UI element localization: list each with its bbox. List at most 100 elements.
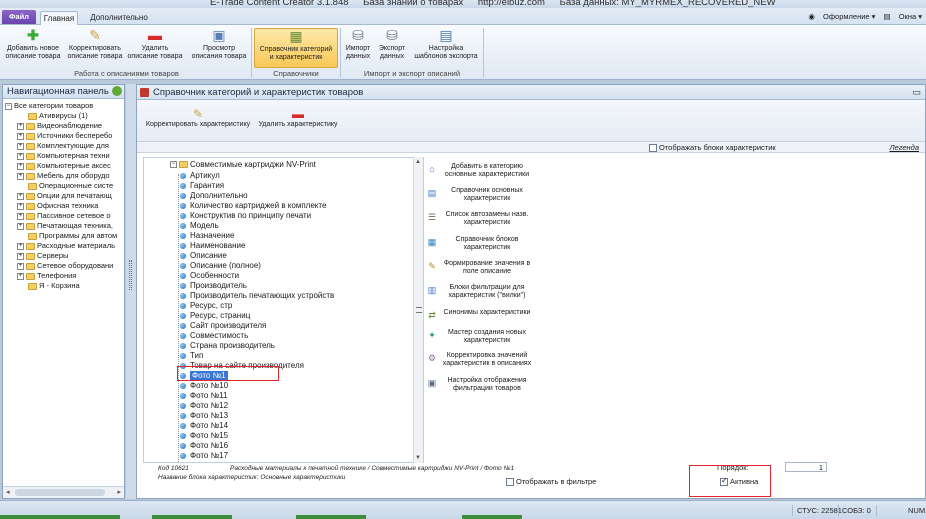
- legend-link[interactable]: Легенда: [889, 143, 919, 152]
- action-wizard-link[interactable]: ✦ Мастер создания новых характеристик: [427, 329, 547, 345]
- characteristic-item[interactable]: Фото №15: [180, 431, 228, 441]
- action-filter-link[interactable]: ▥ Блоки фильтрации для характеристик ("вил…: [427, 284, 547, 300]
- characteristic-item[interactable]: Производитель: [180, 281, 247, 291]
- expand-icon[interactable]: +: [17, 202, 24, 210]
- characteristic-item[interactable]: Конструктив по принципу печати: [180, 211, 311, 221]
- view-description-button[interactable]: ▣ Просмотр описания товара: [188, 28, 250, 68]
- categories-reference-button[interactable]: ▦ Справочник категорий и характеристик: [254, 28, 338, 68]
- edit-characteristic-button[interactable]: ✎ Корректировать характеристику: [143, 107, 253, 128]
- nav-horizontal-scrollbar[interactable]: ◂ ▸: [3, 486, 124, 498]
- tree-vertical-scrollbar[interactable]: ▲ ▼: [413, 157, 423, 463]
- nav-tree-item[interactable]: − Все категории товаров: [3, 101, 124, 111]
- panel-splitter[interactable]: [126, 84, 136, 499]
- characteristic-item[interactable]: Фото №13: [180, 411, 228, 421]
- nav-tree-item[interactable]: + Видеонаблюдение: [3, 121, 124, 131]
- characteristic-item[interactable]: Наименование: [180, 241, 245, 251]
- show-in-filter-checkbox[interactable]: [506, 478, 514, 487]
- file-tab[interactable]: Файл: [2, 10, 36, 24]
- nav-tree-item[interactable]: Операционные систе: [3, 181, 124, 191]
- characteristic-item[interactable]: Фото №16: [180, 441, 228, 451]
- tab-main[interactable]: Главная: [40, 11, 78, 25]
- nav-tree-item[interactable]: + Серверы: [3, 251, 124, 261]
- nav-tree-item[interactable]: + Мебель для оборудо: [3, 171, 124, 181]
- characteristic-item[interactable]: Описание (полное): [180, 261, 261, 271]
- order-input[interactable]: 1: [785, 462, 827, 472]
- delete-description-button[interactable]: ▬ Удалить описание товара: [126, 28, 184, 68]
- nav-tree-item[interactable]: + Сетевое оборудовани: [3, 261, 124, 271]
- nav-tree-item[interactable]: Программы для автом: [3, 231, 124, 241]
- nav-tree-item[interactable]: + Компьютерные аксес: [3, 161, 124, 171]
- export-templates-button[interactable]: ▤ Настройка шаблонов экспорта: [412, 28, 480, 68]
- delete-characteristic-button[interactable]: ▬ Удалить характеристику: [257, 107, 339, 128]
- action-blocks-link[interactable]: ▦ Справочник блоков характеристик: [427, 236, 547, 252]
- refresh-icon[interactable]: [112, 86, 122, 96]
- action-display-link[interactable]: ▣ Настройка отображения фильтрации товаров: [427, 377, 547, 393]
- windows-menu[interactable]: ▤ Окна ▾: [884, 12, 922, 21]
- scroll-down-icon[interactable]: ▼: [415, 455, 421, 461]
- scroll-up-icon[interactable]: ▲: [415, 159, 421, 165]
- add-description-button[interactable]: ✚ Добавить новое описание товара: [3, 28, 63, 68]
- show-blocks-toggle[interactable]: Отображать блоки характеристик: [649, 143, 776, 153]
- characteristic-item[interactable]: Фото №10: [180, 381, 228, 391]
- nav-tree-item[interactable]: Ативирусы (1): [3, 111, 124, 121]
- splitter-grip[interactable]: [129, 260, 132, 290]
- action-fix-link[interactable]: ⚙ Корректировка значений характеристик в о…: [427, 352, 547, 368]
- characteristic-item[interactable]: Тип: [180, 351, 203, 361]
- nav-tree-item[interactable]: + Печатающая техника,: [3, 221, 124, 231]
- edit-description-button[interactable]: ✎ Корректировать описание товара: [64, 28, 126, 68]
- action-book-link[interactable]: ▤ Справочник основных характеристик: [427, 187, 547, 203]
- export-data-button[interactable]: ⛁ Экспорт данных: [375, 28, 409, 68]
- characteristic-item[interactable]: Артикул: [180, 171, 220, 181]
- nav-tree-item[interactable]: + Компьютерная техни: [3, 151, 124, 161]
- characteristic-item[interactable]: Фото №14: [180, 421, 228, 431]
- characteristic-item[interactable]: Ресурс, страниц: [180, 311, 250, 321]
- action-house-link[interactable]: ⌂ Добавить в категорию основные характерис…: [427, 163, 547, 179]
- characteristic-item[interactable]: Фото №11: [180, 391, 228, 401]
- scroll-thumb[interactable]: [15, 489, 105, 496]
- expand-icon[interactable]: +: [17, 222, 24, 230]
- window-control-icon[interactable]: ▭: [912, 85, 921, 100]
- nav-tree-item[interactable]: + Офисная техника: [3, 201, 124, 211]
- expand-icon[interactable]: +: [17, 142, 24, 150]
- collapse-icon[interactable]: −: [170, 161, 177, 169]
- appearance-menu[interactable]: ◉ Оформление ▾: [808, 12, 875, 21]
- characteristic-item[interactable]: Ресурс, стр: [180, 301, 232, 311]
- expand-icon[interactable]: +: [17, 252, 24, 260]
- show-blocks-checkbox[interactable]: [649, 144, 657, 153]
- characteristic-item[interactable]: Фото №17: [180, 451, 228, 461]
- show-in-filter-toggle[interactable]: Отображать в фильтре: [506, 477, 596, 487]
- expand-icon[interactable]: +: [17, 152, 24, 160]
- nav-tree-item[interactable]: + Опции для печатающ: [3, 191, 124, 201]
- characteristic-item[interactable]: Назначение: [180, 231, 234, 241]
- characteristic-item[interactable]: Сайт производителя: [180, 321, 266, 331]
- nav-tree-item[interactable]: + Телефония: [3, 271, 124, 281]
- characteristic-item[interactable]: Производитель печатающих устройств: [180, 291, 334, 301]
- characteristic-item[interactable]: Фото №12: [180, 401, 228, 411]
- nav-tree-item[interactable]: + Пассивное сетевое о: [3, 211, 124, 221]
- expand-icon[interactable]: +: [17, 192, 24, 200]
- nav-tree-item[interactable]: Я - Корзина: [3, 281, 124, 291]
- characteristic-item[interactable]: Особенности: [180, 271, 239, 281]
- characteristic-item[interactable]: Модель: [180, 221, 219, 231]
- characteristic-item[interactable]: Количество картриджей в комплекте: [180, 201, 326, 211]
- expand-icon[interactable]: +: [17, 212, 24, 220]
- characteristic-item[interactable]: Страна производитель: [180, 341, 275, 351]
- tree-root-row[interactable]: − Совместимые картриджи NV-Print: [170, 160, 316, 170]
- nav-tree-item[interactable]: + Комплектующие для: [3, 141, 124, 151]
- nav-tree-item[interactable]: + Источники бесперебо: [3, 131, 124, 141]
- expand-icon[interactable]: +: [17, 172, 24, 180]
- characteristic-item[interactable]: Гарантия: [180, 181, 224, 191]
- scroll-right-icon[interactable]: ▸: [117, 488, 121, 496]
- expand-icon[interactable]: +: [17, 122, 24, 130]
- nav-tree-item[interactable]: + Расходные материаль: [3, 241, 124, 251]
- collapse-icon[interactable]: −: [5, 102, 12, 110]
- action-form-link[interactable]: ✎ Формирование значения в поле описание: [427, 260, 547, 276]
- expand-icon[interactable]: +: [17, 162, 24, 170]
- expand-icon[interactable]: +: [17, 132, 24, 140]
- action-synonym-link[interactable]: ⇄ Синонимы характеристики: [427, 309, 547, 320]
- action-list-link[interactable]: ☰ Список автозамены назв. характеристик: [427, 211, 547, 227]
- characteristic-item[interactable]: Описание: [180, 251, 227, 261]
- characteristic-item[interactable]: Фото №18: [180, 461, 228, 462]
- characteristic-item[interactable]: Совместимость: [180, 331, 248, 341]
- scroll-thumb-grip[interactable]: [416, 307, 422, 313]
